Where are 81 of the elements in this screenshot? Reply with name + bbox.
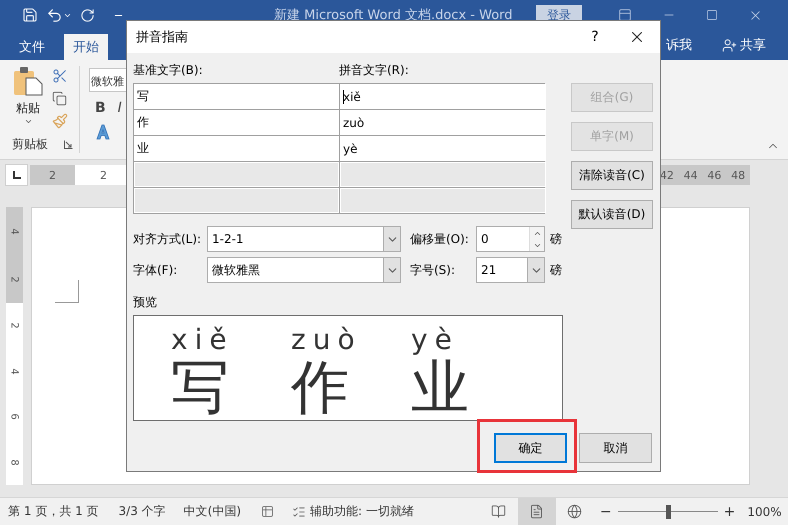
- dropdown-field[interactable]: 1-2-1: [207, 226, 401, 252]
- ruler-number: 2: [49, 168, 56, 182]
- preview-pinyin: xiě: [171, 324, 234, 356]
- ruler-number: 2: [100, 168, 107, 182]
- left-tab-icon: [12, 171, 20, 179]
- unit-label: 磅: [549, 230, 563, 248]
- dialog-title: 拼音指南: [136, 29, 188, 46]
- accessibility-status[interactable]: 辅助功能: 一切就绪: [310, 503, 414, 520]
- preview-label: 预览: [133, 294, 158, 311]
- copy-icon[interactable]: [52, 91, 67, 106]
- zoom-slider[interactable]: [618, 504, 718, 518]
- web-layout-icon: [567, 504, 582, 519]
- dropdown-field[interactable]: 微软雅黑: [207, 257, 401, 283]
- save-icon[interactable]: [22, 7, 38, 23]
- dialog-button[interactable]: 清除读音(C): [571, 161, 653, 190]
- ribbon-tab[interactable]: 开始: [64, 34, 108, 60]
- text-effect-icon[interactable]: [95, 124, 111, 140]
- bold-button[interactable]: B: [95, 100, 106, 116]
- dropdown-field[interactable]: 21: [476, 257, 545, 283]
- undo-icon[interactable]: [46, 6, 63, 24]
- column-label: 拼音文字(R):: [339, 62, 410, 79]
- page-count[interactable]: 第 1 页，共 1 页: [8, 503, 99, 520]
- redo-icon[interactable]: [80, 8, 95, 22]
- help-button[interactable]: ?: [580, 29, 610, 45]
- column-label: 基准文字(B):: [133, 62, 204, 79]
- zoom-percent[interactable]: 100%: [747, 504, 782, 518]
- caret-icon[interactable]: [24, 117, 32, 126]
- italic-button[interactable]: I: [118, 100, 122, 116]
- ok-button[interactable]: 确定: [494, 433, 567, 463]
- option-label: 字号(S):: [409, 262, 456, 278]
- group-label: 剪贴板: [12, 136, 48, 153]
- dialog-launcher-icon[interactable]: [64, 140, 73, 149]
- zoom-thumb[interactable]: [666, 504, 671, 518]
- language-status[interactable]: 中文(中国): [184, 503, 242, 520]
- ruby-text-field[interactable]: yè: [340, 136, 546, 161]
- ruby-text-field[interactable]: xiě: [340, 84, 546, 109]
- accessibility-icon[interactable]: [292, 504, 306, 518]
- maximize-icon[interactable]: [706, 9, 718, 21]
- preview-pinyin: yè: [411, 324, 459, 356]
- option-label: 字体(F):: [133, 262, 178, 278]
- ruler-number: 44: [684, 168, 698, 182]
- preview-pinyin: zuò: [291, 324, 362, 356]
- tell-me-text[interactable]: 诉我: [666, 36, 692, 54]
- ruler-number: 2: [9, 276, 20, 282]
- paste-button[interactable]: 粘贴: [13, 66, 43, 117]
- ruler-number: 8: [9, 459, 20, 466]
- option-label: 对齐方式(L):: [133, 230, 202, 248]
- font-name-field[interactable]: 微软雅: [89, 68, 126, 92]
- cut-icon[interactable]: [52, 68, 68, 84]
- ruler-number: 46: [707, 168, 722, 182]
- share-button[interactable]: 共享: [722, 36, 766, 54]
- clipboard-icon: [13, 66, 43, 96]
- macro-icon[interactable]: [261, 505, 274, 518]
- ribbon-tab[interactable]: 文件: [10, 34, 54, 60]
- cancel-button[interactable]: 取消: [579, 433, 652, 463]
- person-icon: [722, 38, 737, 52]
- margin-corner-mark: [55, 280, 79, 303]
- ruler-number: 4: [9, 368, 20, 374]
- preview-character: 写: [171, 356, 229, 418]
- spin-field[interactable]: 0: [476, 226, 545, 252]
- option-label: 偏移量(O):: [409, 230, 470, 248]
- ruler-number: 6: [9, 414, 20, 420]
- tab-selector[interactable]: [5, 164, 28, 186]
- print-layout-icon: [529, 504, 544, 519]
- dialog-button[interactable]: 默认读音(D): [571, 200, 653, 229]
- ruler-number: 48: [731, 168, 746, 182]
- base-text-field[interactable]: 业: [134, 136, 339, 161]
- preview-character: 业: [411, 356, 469, 418]
- zoom-in-button[interactable]: +: [724, 504, 736, 520]
- read-mode-icon: [491, 504, 506, 519]
- ruler-number: 2: [9, 322, 20, 329]
- preview-character: 作: [291, 356, 349, 418]
- base-text-field[interactable]: 作: [134, 110, 339, 135]
- ruby-text-field[interactable]: zuò: [340, 110, 546, 135]
- ruler-number: 42: [660, 168, 674, 182]
- word-count[interactable]: 3/3 个字: [118, 503, 166, 520]
- ruler-number: 4: [9, 228, 20, 234]
- view-button[interactable]: [518, 498, 556, 525]
- zoom-out-button[interactable]: −: [600, 504, 612, 520]
- base-text-field[interactable]: 写: [134, 84, 339, 109]
- unit-label: 磅: [549, 262, 563, 278]
